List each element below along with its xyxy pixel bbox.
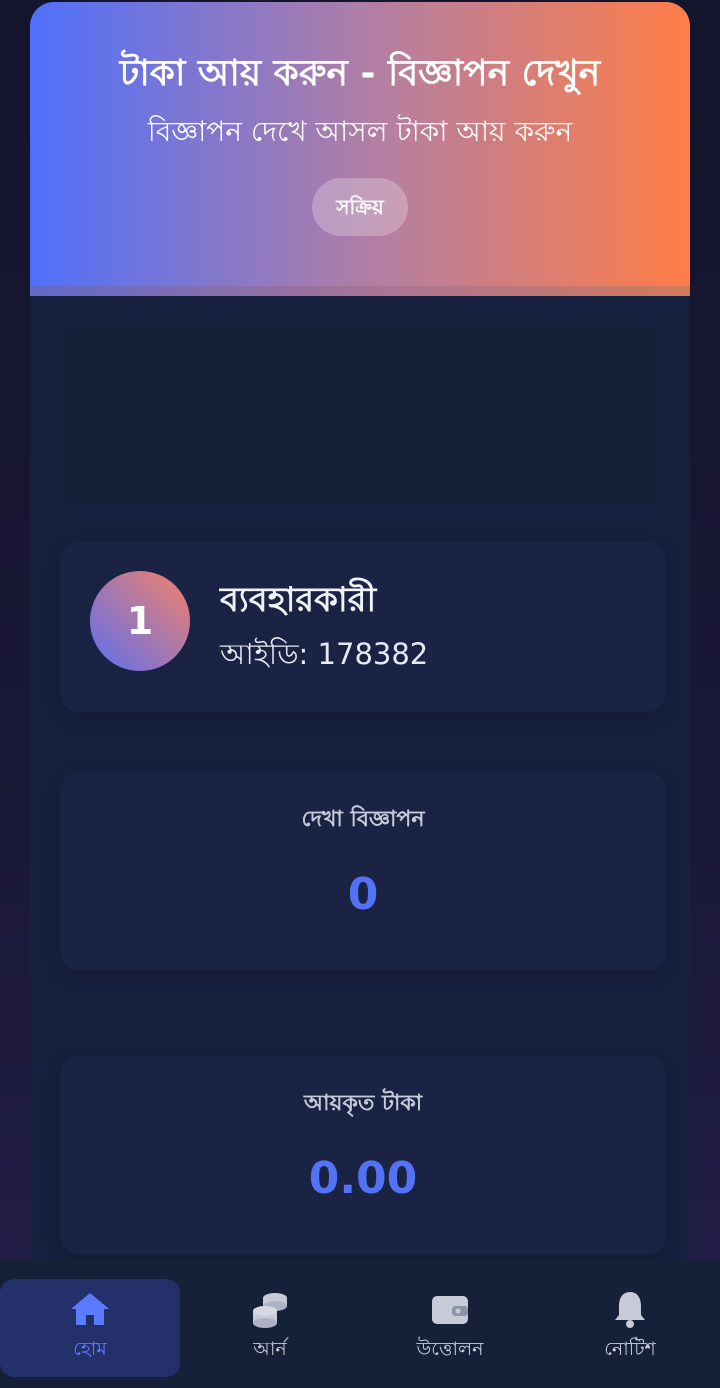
bell-icon [615,1292,645,1328]
nav-item-home[interactable]: হোম [0,1279,180,1377]
app-container: টাকা আয় করুন - বিজ্ঞাপন দেখুন বিজ্ঞাপন … [30,2,690,1388]
wallet-icon [432,1296,468,1324]
user-id-label: আইডি: [220,637,309,671]
page-title: টাকা আয় করুন - বিজ্ঞাপন দেখুন [119,53,601,94]
user-card: 1 ব্যবহারকারী আইডি: 178382 [60,542,666,712]
stat-card-ads-viewed: দেখা বিজ্ঞাপন 0 [60,772,666,970]
user-name: ব্যবহারকারী [220,580,377,620]
stat-value: 0 [347,869,379,920]
nav-item-earn[interactable]: আর্ন [180,1279,360,1377]
header-banner: টাকা আয় করুন - বিজ্ঞাপন দেখুন বিজ্ঞাপন … [30,2,690,286]
nav-label: উত্তোলন [416,1338,484,1360]
status-badge: সক্রিয় [312,178,408,236]
bottom-nav: হোম আর্ন উত্তোলন নোটিশ [0,1260,720,1388]
ad-banner-slot[interactable] [60,326,660,504]
header-divider [30,286,690,296]
home-icon [71,1293,109,1325]
nav-label: নোটিশ [604,1338,656,1360]
nav-label: আর্ন [253,1338,287,1360]
stat-label: আয়কৃত টাকা [303,1091,423,1116]
nav-label: হোম [73,1338,107,1360]
user-id: আইডি: 178382 [220,632,428,681]
page-subtitle: বিজ্ঞাপন দেখে আসল টাকা আয় করুন [147,115,573,148]
stat-value: 0.00 [308,1153,418,1204]
nav-item-withdraw[interactable]: উত্তোলন [360,1279,540,1377]
coins-icon [253,1293,287,1328]
nav-item-notice[interactable]: নোটিশ [540,1279,720,1377]
avatar: 1 [90,571,190,671]
stat-card-earned-money: আয়কৃত টাকা 0.00 [60,1056,666,1254]
stat-label: দেখা বিজ্ঞাপন [301,807,425,832]
user-id-value: 178382 [317,637,429,671]
